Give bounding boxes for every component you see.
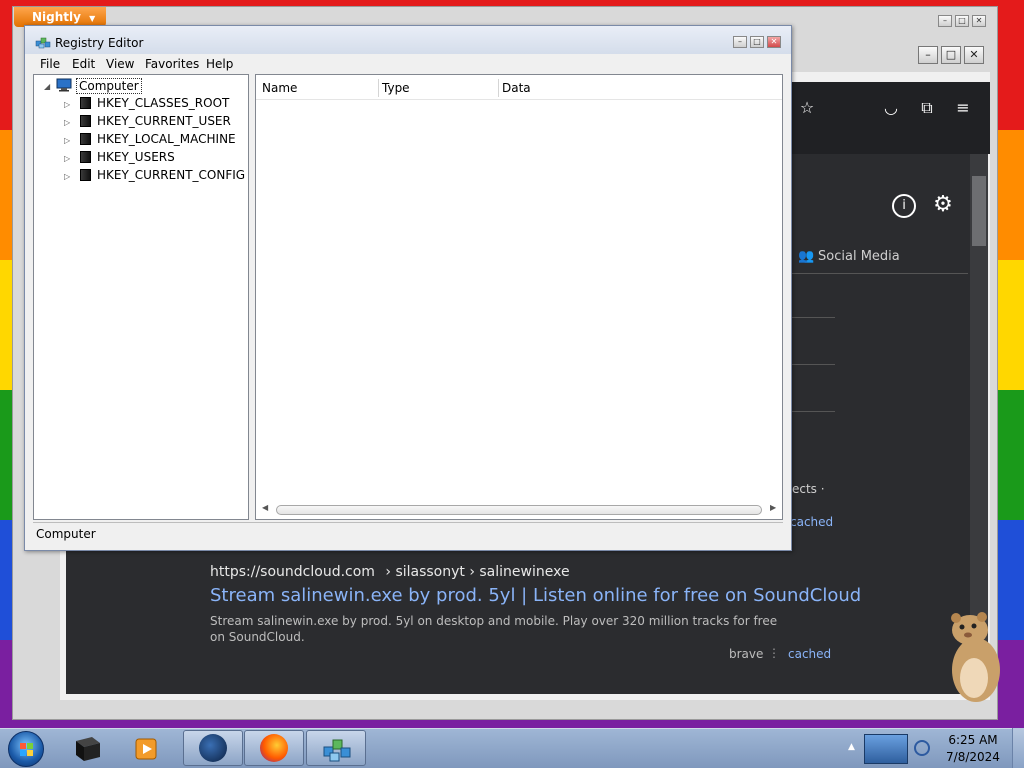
folder-icon — [80, 97, 91, 109]
tree-node-hkey-current-user[interactable]: HKEY_CURRENT_USER — [97, 114, 231, 128]
expand-icon[interactable]: ▷ — [64, 136, 70, 145]
header-divider — [256, 99, 782, 100]
pocket-icon[interactable]: ◡ — [880, 98, 902, 117]
horizontal-scrollbar-thumb[interactable] — [276, 505, 762, 515]
registry-editor-window: Registry Editor – □ ✕ File Edit View Fav… — [24, 25, 792, 551]
column-header-name[interactable]: Name — [262, 81, 297, 95]
tree-node-computer[interactable]: Computer — [76, 78, 142, 94]
scroll-right-icon[interactable]: ▶ — [770, 503, 776, 512]
brave-minimize-button[interactable]: – — [918, 46, 938, 64]
result-snippet: Stream salinewin.exe by prod. 5yl on des… — [210, 614, 778, 644]
divider — [792, 317, 835, 318]
gear-icon[interactable]: ⚙ — [930, 192, 956, 217]
result-title-link[interactable]: Stream salinewin.exe by prod. 5yl | List… — [210, 585, 861, 606]
menu-view[interactable]: View — [106, 57, 134, 71]
windows-logo-icon — [20, 743, 33, 756]
taskbar-item-regedit[interactable] — [306, 730, 366, 766]
tray-app-icon[interactable] — [864, 734, 908, 764]
divider — [792, 411, 835, 412]
expand-icon[interactable]: ▷ — [64, 172, 70, 181]
system-clock[interactable]: 6:25 AM 7/8/2024 — [940, 732, 1006, 766]
taskbar-item-firefox[interactable] — [244, 730, 304, 766]
column-header-type[interactable]: Type — [382, 81, 410, 95]
expand-icon[interactable]: ▷ — [64, 154, 70, 163]
brave-maximize-button[interactable]: □ — [941, 46, 961, 64]
taskbar-item-globe[interactable] — [183, 730, 243, 766]
network-icon[interactable] — [914, 740, 930, 756]
chevron-down-icon: ▼ — [89, 14, 96, 23]
column-header-data[interactable]: Data — [502, 81, 531, 95]
hamburger-menu-icon[interactable]: ≡ — [952, 98, 974, 117]
result-source: brave — [729, 647, 764, 661]
column-separator[interactable] — [498, 79, 499, 97]
media-player-icon[interactable] — [134, 736, 160, 762]
hamster-image — [944, 612, 1004, 704]
menu-bar — [25, 54, 791, 72]
clock-date: 7/8/2024 — [946, 750, 1000, 764]
show-desktop-button[interactable] — [1012, 728, 1024, 768]
result-url: https://soundcloud.com › silassonyt › sa… — [210, 564, 570, 580]
more-options-icon[interactable]: ⋮ — [768, 646, 780, 660]
cube-app-icon[interactable] — [72, 733, 104, 763]
nightly-label: Nightly — [32, 10, 81, 24]
nightly-minimize-button[interactable]: – — [938, 15, 952, 27]
nightly-close-button[interactable]: ✕ — [972, 15, 986, 27]
tab-social-media[interactable]: 👥 Social Media — [798, 249, 900, 264]
users-icon: 👥 — [798, 249, 815, 264]
divider — [792, 273, 968, 274]
menu-favorites[interactable]: Favorites — [145, 57, 199, 71]
folder-icon — [80, 169, 91, 181]
brave-toolbar — [780, 82, 990, 154]
folder-icon — [80, 133, 91, 145]
info-icon[interactable]: i — [892, 194, 916, 218]
scroll-left-icon[interactable]: ◀ — [262, 503, 268, 512]
nightly-menu-button[interactable]: Nightly ▼ — [14, 7, 106, 27]
registry-tree[interactable]: ◢ Computer ▷ HKEY_CLASSES_ROOT ▷ HKEY_CU… — [33, 74, 249, 520]
regedit-app-icon — [35, 35, 51, 49]
brave-close-button[interactable]: ✕ — [964, 46, 984, 64]
tree-node-hkey-local-machine[interactable]: HKEY_LOCAL_MACHINE — [97, 132, 236, 146]
cached-link[interactable]: cached — [790, 515, 833, 529]
maximize-button[interactable]: □ — [750, 36, 764, 48]
result-fragment: ects · — [792, 482, 825, 496]
bookmark-star-icon[interactable]: ☆ — [794, 98, 820, 117]
extensions-icon[interactable]: ⧉ — [916, 98, 938, 118]
globe-icon — [199, 734, 227, 762]
regedit-icon — [322, 735, 352, 763]
close-button[interactable]: ✕ — [767, 36, 781, 48]
firefox-icon — [260, 734, 288, 762]
values-list[interactable]: Name Type Data ◀ ▶ — [255, 74, 783, 520]
computer-icon — [56, 78, 74, 92]
clock-time: 6:25 AM — [948, 733, 998, 747]
divider — [792, 364, 835, 365]
page-scrollbar-thumb[interactable] — [972, 176, 986, 246]
menu-help[interactable]: Help — [206, 57, 233, 71]
tree-node-hkey-current-config[interactable]: HKEY_CURRENT_CONFIG — [97, 168, 245, 182]
folder-icon — [80, 115, 91, 127]
collapse-icon[interactable]: ◢ — [44, 82, 50, 91]
tree-node-hkey-classes-root[interactable]: HKEY_CLASSES_ROOT — [97, 96, 229, 110]
nightly-maximize-button[interactable]: □ — [955, 15, 969, 27]
expand-icon[interactable]: ▷ — [64, 100, 70, 109]
tree-node-hkey-users[interactable]: HKEY_USERS — [97, 150, 175, 164]
folder-icon — [80, 151, 91, 163]
result-cached-link[interactable]: cached — [788, 647, 831, 661]
show-hidden-icons-icon[interactable]: ▲ — [848, 742, 855, 752]
status-bar: Computer — [33, 522, 783, 544]
expand-icon[interactable]: ▷ — [64, 118, 70, 127]
window-title: Registry Editor — [55, 36, 144, 50]
column-separator[interactable] — [378, 79, 379, 97]
menu-file[interactable]: File — [40, 57, 60, 71]
status-path: Computer — [36, 527, 96, 541]
start-button[interactable] — [8, 731, 44, 767]
menu-edit[interactable]: Edit — [72, 57, 95, 71]
minimize-button[interactable]: – — [733, 36, 747, 48]
